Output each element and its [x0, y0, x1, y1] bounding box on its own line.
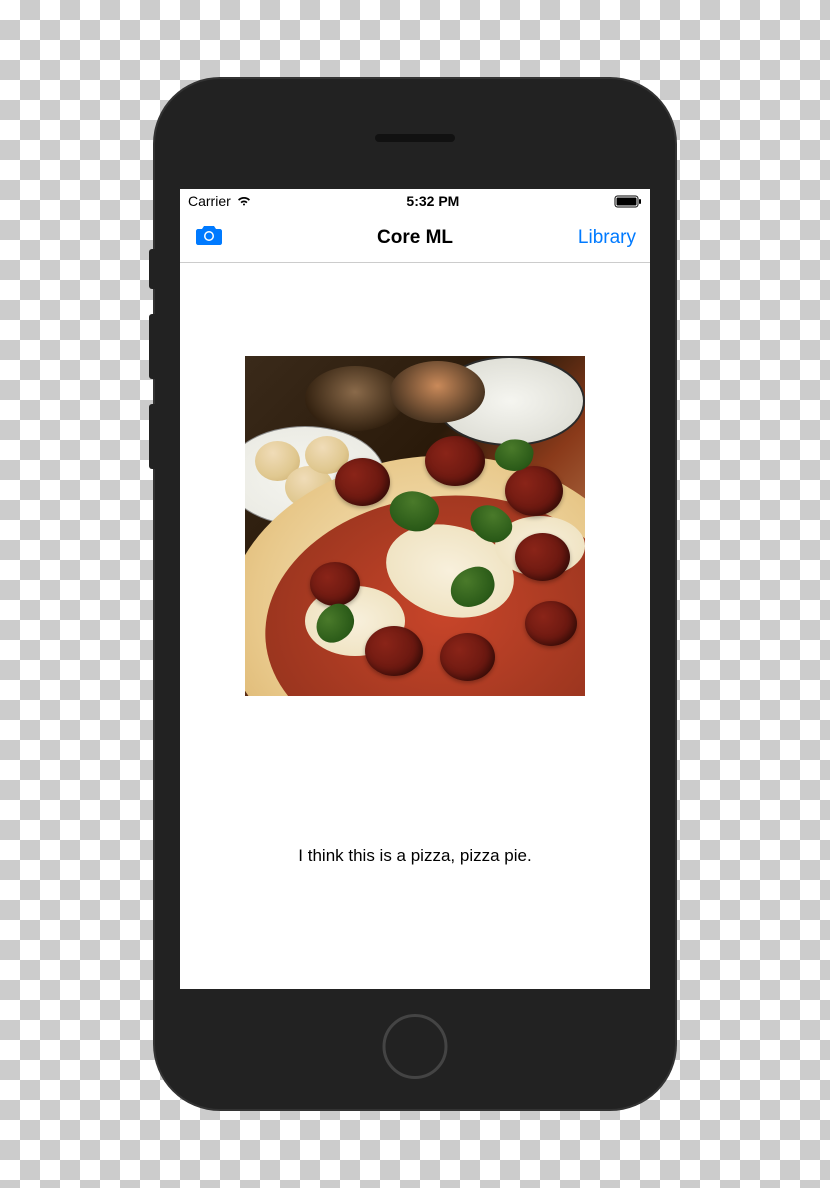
volume-down: [149, 404, 155, 469]
screen: Carrier 5:32 PM: [180, 189, 650, 989]
status-time: 5:32 PM: [406, 193, 459, 209]
content-area: I think this is a pizza, pizza pie.: [180, 263, 650, 989]
status-right: [614, 195, 642, 208]
classified-image: [245, 356, 585, 696]
status-left: Carrier: [188, 193, 252, 209]
wifi-icon: [236, 195, 252, 207]
mute-switch: [149, 249, 155, 289]
nav-title: Core ML: [377, 227, 453, 249]
camera-button[interactable]: [194, 223, 224, 252]
speaker: [375, 134, 455, 142]
battery-icon: [614, 195, 642, 208]
carrier-label: Carrier: [188, 193, 231, 209]
classification-result: I think this is a pizza, pizza pie.: [298, 846, 531, 866]
phone-device-frame: Carrier 5:32 PM: [155, 79, 675, 1109]
library-button[interactable]: Library: [578, 227, 636, 249]
volume-up: [149, 314, 155, 379]
home-button[interactable]: [383, 1014, 448, 1079]
side-buttons: [149, 249, 155, 494]
status-bar: Carrier 5:32 PM: [180, 189, 650, 213]
navigation-bar: Core ML Library: [180, 213, 650, 263]
